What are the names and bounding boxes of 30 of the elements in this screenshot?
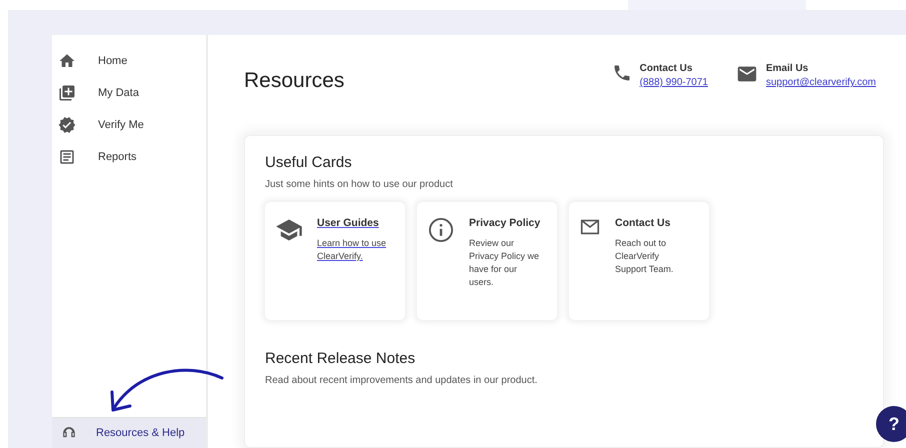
sidebar-item[interactable]: Verify Me <box>52 115 206 135</box>
sidebar-item[interactable]: Home <box>52 51 206 71</box>
sidebar-item[interactable]: My Data <box>52 83 206 103</box>
card-text[interactable]: Learn how to use ClearVerify. <box>317 237 389 263</box>
document-icon <box>58 84 76 102</box>
card-text: Review our Privacy Policy we have for our users. <box>469 237 540 289</box>
sidebar-item[interactable]: Reports <box>52 147 206 167</box>
section-title: Useful Cards <box>265 154 353 171</box>
card-title: Privacy Policy <box>469 216 541 231</box>
info-icon <box>427 216 455 244</box>
card-title[interactable]: User Guides <box>317 216 389 231</box>
resource-card[interactable]: Privacy Policy Review our Privacy Policy we have for our users. <box>417 202 557 320</box>
contact-label: Contact Us <box>640 63 694 74</box>
section-subtitle: Just some hints on how to use our product <box>265 179 454 190</box>
verified-badge-icon <box>58 116 76 134</box>
section-title: Recent Release Notes <box>265 350 416 367</box>
resource-card[interactable]: User Guides Learn how to use ClearVerify. <box>265 202 405 320</box>
resource-card[interactable]: Contact Us Reach out to ClearVerify Support Team. <box>569 202 709 320</box>
contact-label: Email Us <box>766 63 810 74</box>
phone-icon <box>612 63 632 83</box>
contact-link[interactable]: (888) 990-7071 <box>640 77 708 88</box>
support-icon <box>62 426 76 440</box>
page-title: Resources <box>244 69 344 93</box>
sidebar-item[interactable]: Resources & Help <box>52 417 206 448</box>
contact-link[interactable]: support@clearverify.com <box>766 77 876 88</box>
report-icon <box>58 148 76 166</box>
section-subtitle: Read about recent improvements and updates in our product. <box>265 375 538 386</box>
card-title: Contact Us <box>615 216 672 231</box>
card-text: Reach out to ClearVerify Support Team. <box>615 237 674 276</box>
home-icon <box>58 52 76 70</box>
